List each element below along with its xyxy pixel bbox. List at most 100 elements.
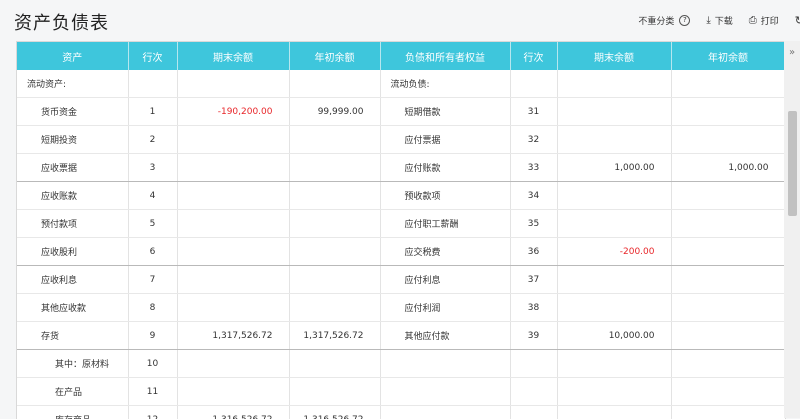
liability-begin-balance-cell[interactable] — [671, 322, 785, 350]
asset-name-cell: 应收账款 — [17, 182, 128, 210]
liability-row-no-cell: 34 — [510, 182, 557, 210]
asset-name-cell: 应收股利 — [17, 238, 128, 266]
liability-begin-balance-cell[interactable] — [671, 126, 785, 154]
asset-end-balance-cell[interactable] — [177, 154, 289, 182]
table-row: 应收股利6应交税费36-200.00 — [17, 238, 785, 266]
liability-end-balance-cell[interactable]: 1,000.00 — [557, 154, 671, 182]
asset-end-balance-cell[interactable] — [177, 350, 289, 378]
liability-begin-balance-cell[interactable] — [671, 238, 785, 266]
liability-name-cell — [380, 378, 510, 406]
asset-row-no-cell: 4 — [128, 182, 177, 210]
liability-row-no-cell — [510, 70, 557, 98]
liability-end-balance-cell[interactable]: -200.00 — [557, 238, 671, 266]
liability-begin-balance-cell[interactable] — [671, 266, 785, 294]
table-row: 短期投资2应付票据32 — [17, 126, 785, 154]
asset-name-cell: 在产品 — [17, 378, 128, 406]
title-bar: 资产负债表 不重分类 ? ⤓ 下载 ⎙ 打印 ↻ — [0, 0, 800, 40]
asset-begin-balance-cell[interactable]: 1,317,526.72 — [289, 322, 380, 350]
asset-end-balance-cell[interactable] — [177, 378, 289, 406]
asset-begin-balance-cell[interactable] — [289, 70, 380, 98]
liability-name-cell: 应付利息 — [380, 266, 510, 294]
table-row: 其他应收款8应付利润38 — [17, 294, 785, 322]
asset-begin-balance-cell[interactable] — [289, 154, 380, 182]
refresh-button[interactable]: ↻ — [795, 14, 800, 27]
liability-end-balance-cell[interactable] — [557, 70, 671, 98]
table-row: 存货91,317,526.721,317,526.72其他应付款3910,000… — [17, 322, 785, 350]
asset-end-balance-cell[interactable] — [177, 210, 289, 238]
asset-begin-balance-cell[interactable] — [289, 182, 380, 210]
liability-begin-balance-cell[interactable] — [671, 406, 785, 419]
print-button[interactable]: ⎙ 打印 — [749, 14, 779, 27]
table-row: 在产品11 — [17, 378, 785, 406]
liability-end-balance-cell[interactable] — [557, 350, 671, 378]
liability-row-no-cell — [510, 406, 557, 419]
liability-begin-balance-cell[interactable]: 1,000.00 — [671, 154, 785, 182]
liability-row-no-cell — [510, 350, 557, 378]
col-header-begin-balance: 年初余额 — [289, 42, 380, 70]
liability-begin-balance-cell[interactable] — [671, 210, 785, 238]
asset-begin-balance-cell[interactable] — [289, 350, 380, 378]
asset-begin-balance-cell[interactable] — [289, 238, 380, 266]
asset-name-cell: 其他应收款 — [17, 294, 128, 322]
asset-row-no-cell: 8 — [128, 294, 177, 322]
liability-end-balance-cell[interactable] — [557, 406, 671, 419]
asset-end-balance-cell[interactable]: -190,200.00 — [177, 98, 289, 126]
liability-row-no-cell: 31 — [510, 98, 557, 126]
asset-end-balance-cell[interactable]: 1,316,526.72 — [177, 406, 289, 419]
asset-begin-balance-cell[interactable]: 99,999.00 — [289, 98, 380, 126]
asset-begin-balance-cell[interactable] — [289, 210, 380, 238]
liability-end-balance-cell[interactable] — [557, 182, 671, 210]
download-button[interactable]: ⤓ 下载 — [706, 14, 732, 27]
asset-name-cell: 其中：原材料 — [17, 350, 128, 378]
asset-begin-balance-cell[interactable]: 1,316,526.72 — [289, 406, 380, 419]
vertical-scrollbar[interactable] — [784, 41, 800, 418]
asset-name-cell: 预付款项 — [17, 210, 128, 238]
liability-end-balance-cell[interactable] — [557, 126, 671, 154]
asset-end-balance-cell[interactable] — [177, 266, 289, 294]
asset-end-balance-cell[interactable] — [177, 182, 289, 210]
asset-begin-balance-cell[interactable] — [289, 266, 380, 294]
asset-row-no-cell: 9 — [128, 322, 177, 350]
liability-name-cell: 应付票据 — [380, 126, 510, 154]
liability-end-balance-cell[interactable] — [557, 98, 671, 126]
table-row: 应收账款4预收款项34 — [17, 182, 785, 210]
asset-row-no-cell: 1 — [128, 98, 177, 126]
liability-end-balance-cell[interactable]: 10,000.00 — [557, 322, 671, 350]
question-circle-icon[interactable]: ? — [679, 15, 690, 26]
table-row: 应收票据3应付账款331,000.001,000.00 — [17, 154, 785, 182]
balance-sheet-table-container: 资产 行次 期末余额 年初余额 负债和所有者权益 行次 期末余额 年初余额 流动… — [16, 41, 786, 419]
toolbar: 不重分类 ? ⤓ 下载 ⎙ 打印 ↻ — [638, 14, 800, 27]
liability-name-cell: 应付账款 — [380, 154, 510, 182]
liability-end-balance-cell[interactable] — [557, 378, 671, 406]
liability-begin-balance-cell[interactable] — [671, 378, 785, 406]
liability-begin-balance-cell[interactable] — [671, 70, 785, 98]
double-chevron-right-icon[interactable]: » — [786, 47, 798, 58]
table-row: 货币资金1-190,200.0099,999.00短期借款31 — [17, 98, 785, 126]
asset-row-no-cell: 2 — [128, 126, 177, 154]
liability-row-no-cell: 33 — [510, 154, 557, 182]
asset-begin-balance-cell[interactable] — [289, 126, 380, 154]
no-reclassify-label: 不重分类 — [638, 14, 674, 27]
asset-begin-balance-cell[interactable] — [289, 294, 380, 322]
asset-name-cell: 库存商品 — [17, 406, 128, 419]
no-reclassify-toggle[interactable]: 不重分类 ? — [638, 14, 690, 27]
download-icon: ⤓ — [706, 15, 710, 26]
liability-end-balance-cell[interactable] — [557, 266, 671, 294]
liability-end-balance-cell[interactable] — [557, 210, 671, 238]
liability-begin-balance-cell[interactable] — [671, 294, 785, 322]
liability-begin-balance-cell[interactable] — [671, 182, 785, 210]
asset-end-balance-cell[interactable] — [177, 70, 289, 98]
asset-end-balance-cell[interactable]: 1,317,526.72 — [177, 322, 289, 350]
asset-name-cell: 存货 — [17, 322, 128, 350]
liability-begin-balance-cell[interactable] — [671, 350, 785, 378]
liability-name-cell: 其他应付款 — [380, 322, 510, 350]
asset-end-balance-cell[interactable] — [177, 238, 289, 266]
scrollbar-thumb[interactable] — [788, 111, 797, 216]
liability-begin-balance-cell[interactable] — [671, 98, 785, 126]
liability-end-balance-cell[interactable] — [557, 294, 671, 322]
asset-end-balance-cell[interactable] — [177, 294, 289, 322]
asset-begin-balance-cell[interactable] — [289, 378, 380, 406]
asset-end-balance-cell[interactable] — [177, 126, 289, 154]
download-label: 下载 — [715, 14, 733, 27]
liability-row-no-cell: 37 — [510, 266, 557, 294]
